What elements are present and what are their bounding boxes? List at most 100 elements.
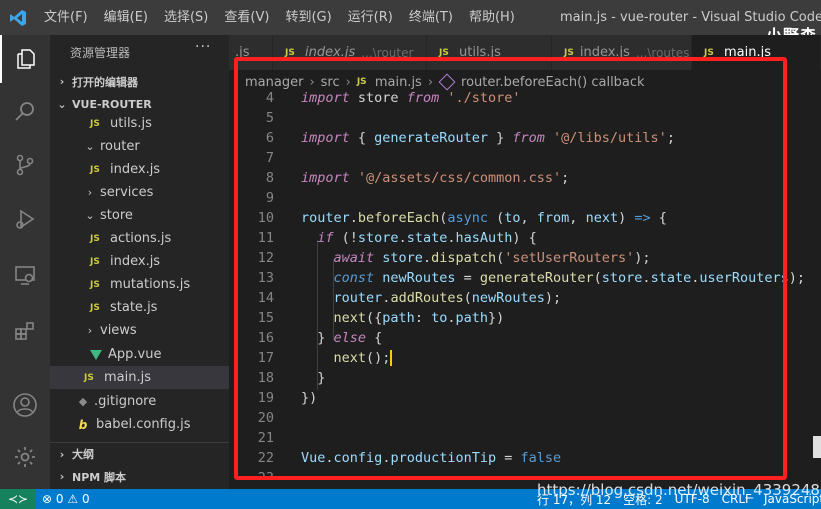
code-line: 19}) bbox=[229, 388, 821, 408]
tree-item-label: mutations.js bbox=[110, 277, 191, 292]
method-cube-icon bbox=[438, 73, 456, 91]
js-file-icon: JS bbox=[90, 164, 100, 175]
tab-label: index.js bbox=[579, 45, 630, 60]
tree-item-label: views bbox=[100, 323, 137, 338]
js-file-icon: JS bbox=[90, 256, 100, 267]
code-line: 12 await store.dispatch('setUserRouters'… bbox=[229, 248, 821, 268]
menu-help[interactable]: 帮助(H) bbox=[461, 0, 523, 35]
tree-item-file[interactable]: JS actions.js bbox=[50, 227, 229, 250]
code-line: 15 next({path: to.path}) bbox=[229, 308, 821, 328]
code-editor[interactable]: 4 import store from './store' 5 6 import {… bbox=[229, 92, 821, 480]
tab-router-index[interactable]: JS index.js ...\router bbox=[273, 35, 427, 70]
line-number: 16 bbox=[257, 330, 274, 346]
extensions-icon[interactable] bbox=[0, 307, 50, 355]
js-file-icon: JS bbox=[356, 77, 367, 87]
breadcrumb-item[interactable]: router.beforeEach() callback bbox=[461, 75, 645, 90]
code-line: 14 router.addRoutes(newRoutes); bbox=[229, 288, 821, 308]
tree-item-file-selected[interactable]: JS main.js bbox=[50, 366, 229, 389]
breadcrumb-item[interactable]: manager bbox=[245, 75, 303, 90]
chevron-down-icon: ⌄ bbox=[85, 140, 95, 153]
code-line: 9 bbox=[229, 188, 821, 208]
menu-file[interactable]: 文件(F) bbox=[36, 0, 96, 35]
chevron-down-icon: ⌄ bbox=[85, 209, 95, 222]
js-file-icon: JS bbox=[285, 47, 295, 58]
menu-go[interactable]: 转到(G) bbox=[277, 0, 339, 35]
source-control-icon[interactable] bbox=[0, 141, 50, 189]
breadcrumb-item[interactable]: main.js bbox=[375, 75, 422, 90]
remote-indicator-icon[interactable]: ≺≻ bbox=[0, 489, 36, 509]
code-line: 16 } else { bbox=[229, 328, 821, 348]
open-editors-section[interactable]: › 打开的编辑器 bbox=[50, 70, 229, 93]
tab-dir: ...\router bbox=[361, 45, 414, 60]
menu-view[interactable]: 查看(V) bbox=[216, 0, 277, 35]
tree-item-file[interactable]: JS utils.js bbox=[50, 112, 229, 135]
js-file-icon: JS bbox=[564, 47, 574, 58]
line-number: 18 bbox=[257, 370, 274, 386]
menu-selection[interactable]: 选择(S) bbox=[156, 0, 216, 35]
tree-item-label: state.js bbox=[110, 300, 158, 315]
tree-item-folder[interactable]: ⌄ router bbox=[50, 135, 229, 158]
tree-item-label: router bbox=[100, 139, 140, 154]
settings-gear-icon[interactable] bbox=[0, 433, 50, 481]
code-line: 20 bbox=[229, 408, 821, 428]
tree-item-label: index.js bbox=[110, 162, 161, 177]
problems-indicator[interactable]: ⊗ 0 ⚠ 0 bbox=[36, 492, 96, 506]
tree-item-folder[interactable]: › views bbox=[50, 319, 229, 342]
warning-count: 0 bbox=[81, 492, 90, 506]
tab-partial[interactable]: .js bbox=[229, 35, 273, 70]
tree-item-file[interactable]: App.vue bbox=[50, 343, 229, 366]
tab-utils[interactable]: JS utils.js bbox=[427, 35, 552, 70]
tree-item-file[interactable]: JS index.js bbox=[50, 250, 229, 273]
text-cursor bbox=[390, 350, 393, 366]
menu-bar: 文件(F) 编辑(E) 选择(S) 查看(V) 转到(G) 运行(R) 终端(T… bbox=[36, 0, 523, 35]
tab-main-active[interactable]: JS main.js bbox=[692, 35, 821, 70]
breadcrumb: manager › src › JS main.js › router.befo… bbox=[245, 72, 645, 92]
tree-item-file[interactable]: b babel.config.js bbox=[50, 413, 229, 436]
menu-edit[interactable]: 编辑(E) bbox=[96, 0, 156, 35]
tab-routes-index[interactable]: JS index.js ...\routes bbox=[552, 35, 692, 70]
line-number: 5 bbox=[265, 110, 274, 126]
scrollbar-thumb[interactable] bbox=[813, 436, 821, 458]
tree-item-file[interactable]: JS state.js bbox=[50, 296, 229, 319]
explorer-icon[interactable] bbox=[0, 35, 50, 83]
code-line: 6 import { generateRouter } from '@/libs/… bbox=[229, 128, 821, 148]
more-actions-icon[interactable]: ··· bbox=[195, 39, 211, 55]
code-line: 13 const newRoutes = generateRouter(stor… bbox=[229, 268, 821, 288]
vue-file-icon bbox=[90, 349, 102, 360]
tree-item-label: store bbox=[100, 208, 133, 223]
npm-scripts-section[interactable]: › NPM 脚本 bbox=[50, 465, 229, 488]
npm-scripts-label: NPM 脚本 bbox=[72, 470, 127, 484]
chevron-right-icon: › bbox=[59, 447, 65, 461]
chevron-right-icon: › bbox=[87, 186, 93, 199]
line-number: 20 bbox=[257, 410, 274, 426]
chevron-right-icon: › bbox=[59, 470, 65, 483]
tree-item-folder[interactable]: › services bbox=[50, 181, 229, 204]
line-number: 17 bbox=[257, 350, 274, 366]
tab-label: .js bbox=[235, 45, 250, 60]
tree-item-folder[interactable]: ⌄ store bbox=[50, 204, 229, 227]
js-file-icon: JS bbox=[90, 233, 100, 244]
code-line: 10 router.beforeEach(async (to, from, nex… bbox=[229, 208, 821, 228]
menu-terminal[interactable]: 终端(T) bbox=[401, 0, 461, 35]
js-file-icon: JS bbox=[439, 47, 449, 58]
search-icon[interactable] bbox=[0, 87, 50, 135]
chevron-right-icon: › bbox=[59, 75, 65, 88]
watermark-url: https://blog.csdn.net/weixin_43392489 bbox=[537, 481, 821, 499]
open-editors-label: 打开的编辑器 bbox=[72, 75, 138, 89]
outline-section[interactable]: › 大纲 bbox=[50, 442, 229, 465]
tree-item-file[interactable]: JS mutations.js bbox=[50, 273, 229, 296]
line-number: 9 bbox=[265, 190, 274, 206]
tree-item-label: index.js bbox=[110, 254, 161, 269]
chevron-down-icon: ⌄ bbox=[57, 98, 67, 111]
tree-item-file[interactable]: ◆ .gitignore bbox=[50, 390, 229, 413]
code-line: 22 Vue.config.productionTip = false bbox=[229, 448, 821, 468]
breadcrumb-item[interactable]: src bbox=[321, 75, 340, 90]
remote-explorer-icon[interactable] bbox=[0, 251, 50, 299]
menu-run[interactable]: 运行(R) bbox=[340, 0, 401, 35]
code-line: 11 if (!store.state.hasAuth) { bbox=[229, 228, 821, 248]
code-line: 4 import store from './store' bbox=[229, 92, 821, 108]
explorer-sidebar: 资源管理器 ··· › 打开的编辑器 ⌄ VUE-ROUTER JS utils… bbox=[50, 35, 229, 489]
tree-item-file[interactable]: JS index.js bbox=[50, 158, 229, 181]
account-icon[interactable] bbox=[0, 381, 50, 429]
run-debug-icon[interactable] bbox=[0, 195, 50, 243]
